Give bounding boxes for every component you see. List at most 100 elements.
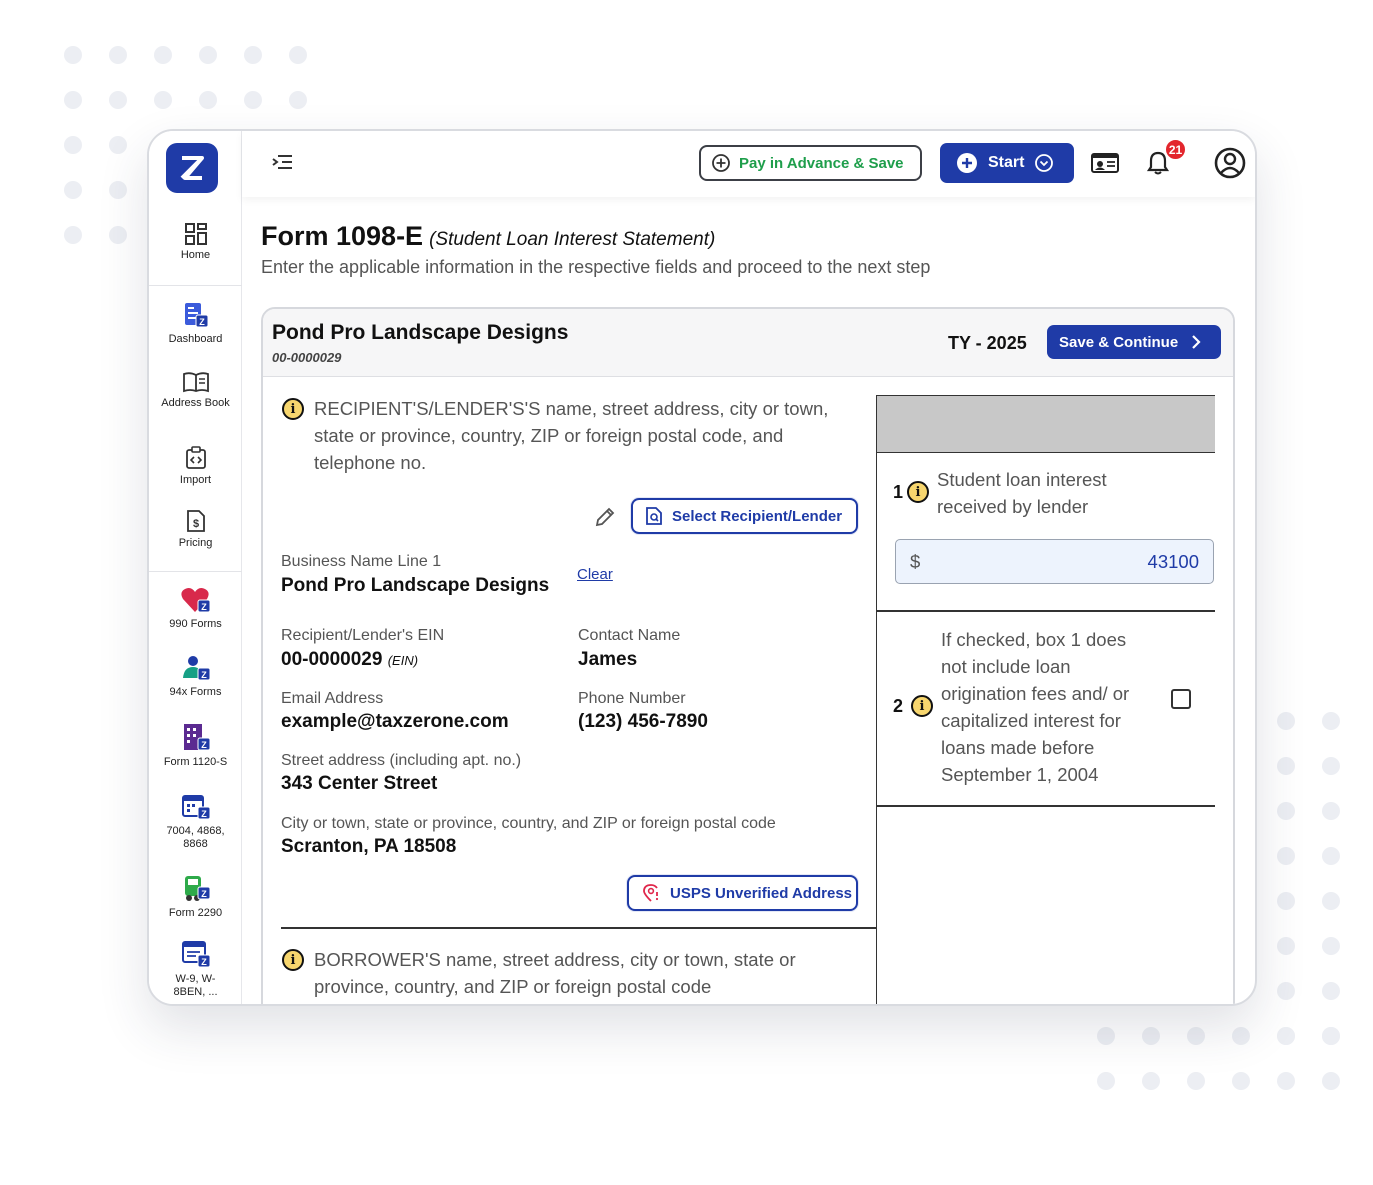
document-search-icon — [646, 507, 662, 525]
business-name-label: Business Name Line 1 — [281, 553, 442, 570]
box-divider — [877, 610, 1215, 612]
main-content: Form 1098-E (Student Loan Interest Statem… — [242, 197, 1255, 1004]
plus-circle-icon — [957, 153, 977, 173]
contact-name-label: Contact Name — [578, 627, 681, 644]
sidebar-item-94x-forms[interactable]: Z 94x Forms — [149, 654, 242, 699]
info-icon[interactable]: i — [907, 481, 929, 503]
heart-icon: Z — [180, 588, 210, 613]
menu-toggle-button[interactable] — [270, 151, 296, 178]
form-title: Form 1098-E — [261, 221, 424, 251]
edit-recipient-button[interactable] — [593, 505, 617, 534]
clear-link[interactable]: Clear — [577, 566, 613, 583]
pricing-icon: $ — [186, 510, 205, 532]
usps-unverified-label: USPS Unverified Address — [670, 884, 852, 902]
box-divider — [877, 805, 1215, 807]
sidebar-item-address-book[interactable]: Address Book — [149, 371, 242, 410]
phone-label: Phone Number — [578, 690, 686, 707]
sidebar-item-home[interactable]: Home — [149, 223, 242, 262]
svg-text:Z: Z — [201, 740, 207, 750]
business-name-value: Pond Pro Landscape Designs — [281, 575, 550, 596]
sidebar-item-pricing[interactable]: $ Pricing — [149, 509, 242, 550]
svg-text:Z: Z — [201, 957, 207, 967]
save-continue-label: Save & Continue — [1059, 333, 1179, 351]
business-ein: 00-0000029 — [272, 350, 342, 365]
sidebar-item-label: Home — [180, 249, 211, 261]
business-name-heading: Pond Pro Landscape Designs — [272, 321, 569, 344]
calendar-icon: Z — [181, 795, 210, 820]
select-recipient-label: Select Recipient/Lender — [672, 507, 843, 525]
dashboard-icon: Z — [184, 303, 208, 328]
sidebar-item-label: Form 1120-S — [163, 756, 228, 768]
start-button[interactable]: Start — [940, 143, 1074, 183]
email-value: example@taxzerone.com — [281, 711, 509, 732]
ein-tag: (EIN) — [387, 653, 419, 668]
sidebar-item-w9[interactable]: Z W-9, W-8BEN, ... — [149, 939, 242, 999]
sidebar-item-import[interactable]: Import — [149, 446, 242, 487]
info-icon[interactable]: i — [282, 398, 304, 420]
id-card-icon — [1091, 153, 1119, 173]
borrower-section-heading: i BORROWER'S name, street address, city … — [282, 946, 857, 1000]
select-recipient-button[interactable]: Select Recipient/Lender — [631, 498, 858, 534]
page-instructions: Enter the applicable information in the … — [261, 257, 931, 277]
sidebar-item-label: 7004, 4868, 8868 — [166, 825, 225, 850]
contact-card-button[interactable] — [1090, 151, 1120, 180]
card-header: Pond Pro Landscape Designs 00-0000029 TY… — [263, 309, 1233, 377]
chevron-right-icon — [1192, 335, 1201, 349]
box1-number: 1 — [893, 482, 904, 502]
box2-checkbox[interactable] — [1171, 689, 1191, 709]
info-icon[interactable]: i — [282, 949, 304, 971]
person-icon: Z — [182, 656, 210, 681]
sidebar: Home Z Dashboard Address Book Import $ P… — [149, 131, 242, 1004]
box1-label: Student loan interest received by lender — [937, 469, 1107, 517]
page-title: Form 1098-E (Student Loan Interest Statem… — [261, 221, 715, 252]
taxzerone-logo[interactable] — [166, 143, 218, 193]
contact-name-value: James — [578, 649, 638, 670]
currency-symbol: $ — [910, 550, 921, 572]
menu-collapse-icon — [272, 155, 292, 169]
save-continue-button[interactable]: Save & Continue — [1047, 325, 1221, 359]
pay-in-advance-button[interactable]: Pay in Advance & Save — [699, 145, 922, 181]
app-window: Home Z Dashboard Address Book Import $ P… — [147, 129, 1257, 1006]
sidebar-item-dashboard[interactable]: Z Dashboard — [149, 301, 242, 346]
sidebar-divider — [149, 285, 242, 286]
box2-label: If checked, box 1 does not include loan … — [941, 629, 1130, 785]
ein-number: 00-0000029 — [281, 649, 383, 670]
box2-number: 2 — [893, 696, 904, 716]
sidebar-item-form-1120s[interactable]: Z Form 1120-S — [149, 722, 242, 769]
svg-text:Z: Z — [201, 889, 207, 899]
recipient-heading-text: RECIPIENT'S/LENDER'S'S name, street addr… — [314, 398, 829, 473]
email-label: Email Address — [281, 690, 384, 707]
profile-button[interactable] — [1213, 146, 1247, 185]
logo-icon — [180, 156, 204, 180]
box1-amount-input[interactable]: $ 43100 — [895, 539, 1214, 584]
phone-value: (123) 456-7890 — [578, 711, 708, 732]
grid-icon — [184, 223, 207, 245]
form-card: Pond Pro Landscape Designs 00-0000029 TY… — [261, 307, 1235, 1004]
decorative-dots — [1277, 712, 1340, 1045]
decorative-dots — [1097, 1027, 1340, 1090]
tax-year: TY - 2025 — [948, 333, 1027, 353]
usps-unverified-button[interactable]: USPS Unverified Address — [627, 875, 858, 911]
pencil-icon — [595, 507, 615, 527]
pay-in-advance-label: Pay in Advance & Save — [739, 154, 904, 172]
gray-header-box — [877, 395, 1215, 453]
truck-icon: Z — [184, 876, 210, 901]
street-value: 343 Center Street — [281, 773, 438, 794]
recipient-section-heading: i RECIPIENT'S/LENDER'S'S name, street ad… — [282, 395, 857, 476]
street-label: Street address (including apt. no.) — [281, 752, 522, 769]
info-icon[interactable]: i — [911, 695, 933, 717]
sidebar-item-label: Form 2290 — [168, 907, 223, 919]
boxes-column: 1 i Student loan interest received by le… — [876, 395, 1215, 1004]
chevron-down-icon — [1035, 154, 1054, 172]
building-icon: Z — [183, 724, 210, 751]
svg-text:Z: Z — [201, 809, 207, 819]
sidebar-divider — [149, 571, 242, 572]
sidebar-item-990-forms[interactable]: Z 990 Forms — [149, 586, 242, 631]
start-label: Start — [988, 154, 1025, 171]
sidebar-item-label: 94x Forms — [169, 686, 222, 698]
sidebar-item-label: Dashboard — [168, 333, 223, 345]
sidebar-item-form-2290[interactable]: Z Form 2290 — [149, 873, 242, 920]
sidebar-item-extensions[interactable]: Z 7004, 4868, 8868 — [149, 791, 242, 851]
user-avatar-icon — [1214, 147, 1246, 179]
notification-badge: 21 — [1164, 138, 1187, 161]
